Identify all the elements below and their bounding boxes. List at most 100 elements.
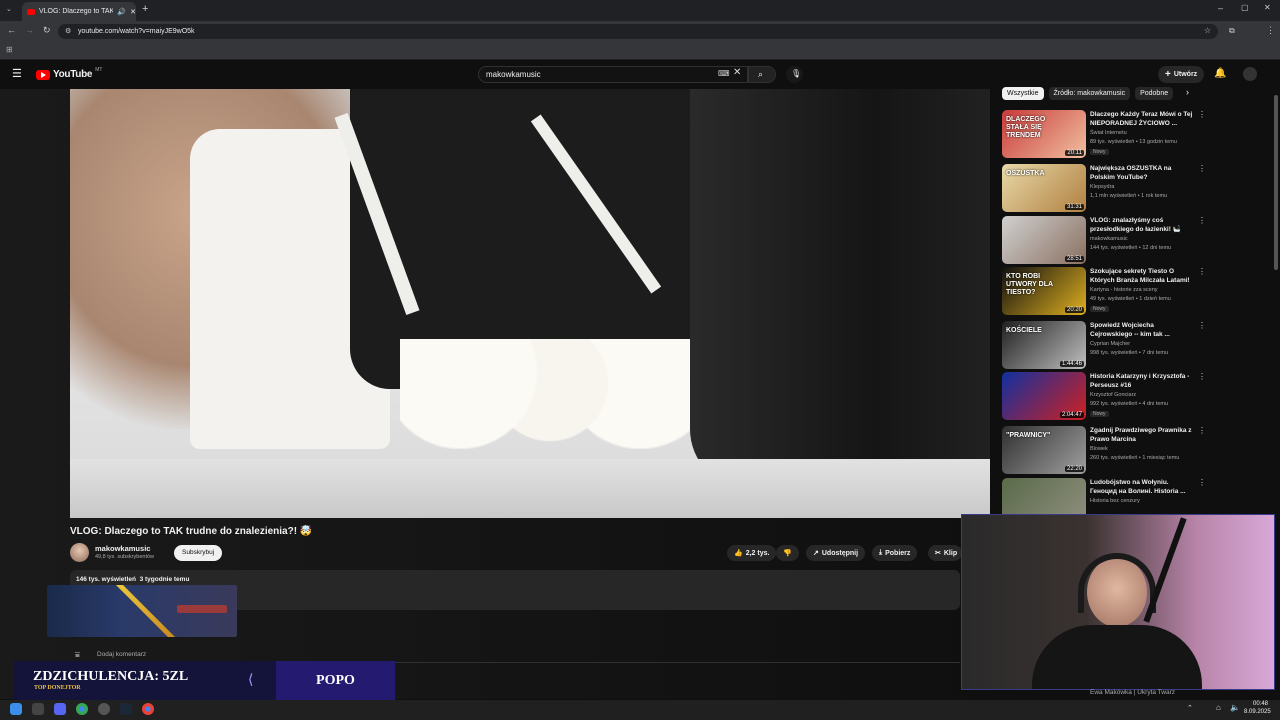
audio-icon[interactable]: 🔊 [117,8,126,16]
extensions-icon[interactable]: ⧉ [1229,26,1235,36]
search-button[interactable]: ⌕ [748,66,776,83]
search-taskbar-icon[interactable] [32,703,44,715]
subscribe-button[interactable]: Subskrybuj [174,545,223,561]
more-actions-icon[interactable]: ⋮ [1198,321,1206,330]
avatar[interactable] [1243,67,1257,81]
more-actions-icon[interactable]: ⋮ [1198,426,1206,435]
obs-icon[interactable] [98,703,110,715]
recommendation-title[interactable]: Szokujące sekrety Tiesto O Których Branż… [1090,267,1196,285]
reload-icon[interactable]: ↻ [43,25,51,36]
video-duration: 20:11 [1065,150,1084,156]
recommendation-channel[interactable]: Świat Internetu [1090,130,1127,136]
forward-icon[interactable]: → [25,25,34,35]
stream-overlay-donation-banner: ZDZICHULENCJA: 5ZL TOP DONEJTOR ⟨ POPO [13,661,395,703]
maximize-icon[interactable]: ▢ [1241,3,1249,12]
chrome-icon[interactable] [76,703,88,715]
recommendation-channel[interactable]: Cyprian Majcher [1090,341,1130,347]
like-button[interactable]: 👍 2,2 tys. [727,545,777,561]
recommendation-thumbnail[interactable]: DLACZEGO STAŁA SIĘ TRENDEM 20:11 [1002,110,1086,158]
voice-search-button[interactable]: 🎙 [786,66,803,83]
recommendation-channel[interactable]: Klepsydra [1090,184,1114,190]
create-button[interactable]: + Utwórz [1158,66,1205,83]
recommendation-meta: 144 tys. wyświetleń • 12 dni temu [1090,245,1172,251]
page-scrollbar[interactable] [1274,95,1278,270]
keyboard-icon[interactable]: ⌨ [718,69,730,78]
tab-title: VLOG: Dlaczego to TAK trudn [39,8,114,15]
back-icon[interactable]: ← [7,25,16,35]
recommendation-title[interactable]: Największa OSZUSTKA na Polskim YouTube? [1090,164,1196,182]
apps-icon[interactable]: ⊞ [6,45,13,54]
chip-similar[interactable]: Podobne [1135,87,1174,100]
recommendation-channel[interactable]: Krzysztof Gonciarz [1090,392,1136,398]
video-player[interactable] [70,89,990,518]
recommendation-card[interactable]: DLACZEGO STAŁA SIĘ TRENDEM 20:11 Dlaczego … [1002,110,1272,160]
new-tab-button[interactable]: + [142,3,148,15]
more-actions-icon[interactable]: ⋮ [1198,267,1206,276]
youtube-logo[interactable]: YouTube MT [36,67,102,80]
notifications-bell-icon[interactable]: 🔔 [1214,68,1226,79]
recommendation-card[interactable]: OSZUSTKA 31:31 Największa OSZUSTKA na Pols… [1002,164,1272,214]
recommendation-card[interactable]: 2:04:47 Historia Katarzyny i Krzysztofa -… [1002,372,1272,422]
sort-comments-icon[interactable]: ⩸ [75,650,80,660]
more-actions-icon[interactable]: ⋮ [1198,372,1206,381]
recommendation-channel[interactable]: Historia bez cenzury [1090,498,1140,504]
clip-button[interactable]: ✂ Klip [928,545,962,561]
site-info-icon[interactable]: ⚙ [65,27,71,35]
recommendation-card[interactable]: "PRAWNICY" 22:20 Zgadnij Prawdziwego Prawn… [1002,426,1272,476]
tab-list-icon[interactable]: ⌄ [6,5,12,13]
recommendation-card[interactable]: KTO ROBI UTWORY DLA TIESTO? 20:20 Szokując… [1002,267,1272,317]
close-window-icon[interactable]: ✕ [1264,3,1271,12]
recommendation-card[interactable]: KOŚCIELE 1:44:46 Spowiedź Wojciecha Cejrow… [1002,321,1272,371]
more-actions-icon[interactable]: ⋮ [1198,216,1206,225]
more-actions-icon[interactable]: ⋮ [1198,110,1206,119]
more-actions-icon[interactable]: ⋮ [1198,478,1206,487]
recommendation-title[interactable]: Historia Katarzyny i Krzysztofa - Perseu… [1090,372,1196,390]
minimize-icon[interactable]: – [1218,3,1223,13]
recommendation-channel[interactable]: Kartyna - historie zza sceny [1090,287,1158,293]
channel-avatar[interactable] [70,543,89,562]
clock-time[interactable]: 00:48 [1253,701,1268,707]
clear-search-icon[interactable]: ✕ [733,67,741,78]
windows-start-icon[interactable] [10,703,22,715]
clock-date[interactable]: 8.09.2025 [1244,709,1271,715]
recommendation-thumbnail[interactable]: OSZUSTKA 31:31 [1002,164,1086,212]
recommendation-channel[interactable]: Blowek [1090,446,1108,452]
dislike-button[interactable]: 👎 [776,545,799,561]
add-comment-field[interactable]: Dodaj komentarz [97,651,146,658]
menu-icon[interactable]: ⋮ [1266,25,1275,36]
hamburger-menu-icon[interactable]: ☰ [12,67,22,80]
recommendation-thumbnail[interactable]: 2:04:47 [1002,372,1086,420]
recommendation-thumbnail[interactable]: KOŚCIELE 1:44:46 [1002,321,1086,369]
chip-source[interactable]: Źródło: makowkamusic [1048,87,1131,100]
recommendation-title[interactable]: VLOG: znalazłyśmy coś przesłodkiego do ł… [1090,216,1196,234]
thumbnail-text: KTO ROBI UTWORY DLA TIESTO? [1006,273,1053,296]
weapon-graphic [177,605,227,613]
recommendation-title[interactable]: Zgadnij Prawdziwego Prawnika z Prawo Mar… [1090,426,1196,444]
recommendation-thumbnail[interactable]: 28:51 [1002,216,1086,264]
download-button[interactable]: ⤓ Pobierz [872,545,918,561]
browser-taskbar-icon[interactable] [142,703,154,715]
recommendation-channel[interactable]: makowkamusic [1090,236,1128,242]
close-tab-icon[interactable]: ✕ [130,8,136,16]
steam-icon[interactable] [120,703,132,715]
chips-next-icon[interactable]: › [1186,87,1189,97]
search-input[interactable]: makowkamusic [478,66,748,83]
channel-name[interactable]: makowkamusic [95,544,150,553]
discord-icon[interactable] [54,703,66,715]
recommendation-card[interactable]: 28:51 VLOG: znalazłyśmy coś przesłodkiego… [1002,216,1272,266]
recommendation-title[interactable]: Dlaczego Każdy Teraz Mówi o Tej NIEPORAD… [1090,110,1196,128]
bookmark-star-icon[interactable]: ☆ [1204,26,1211,35]
tray-network-icon[interactable]: ⌂ [1216,703,1221,712]
filter-chips: Wszystkie Źródło: makowkamusic Podobne [1002,87,1174,100]
tray-chevron-icon[interactable]: ⌃ [1187,704,1193,712]
recommendation-thumbnail[interactable]: KTO ROBI UTWORY DLA TIESTO? 20:20 [1002,267,1086,315]
browser-tab[interactable]: VLOG: Dlaczego to TAK trudn 🔊 ✕ [22,2,136,21]
share-button[interactable]: ↗ Udostępnij [806,545,866,561]
more-actions-icon[interactable]: ⋮ [1198,164,1206,173]
recommendation-title[interactable]: Spowiedź Wojciecha Cejrowskiego -- kim t… [1090,321,1196,339]
tray-volume-icon[interactable]: 🔈 [1230,703,1240,712]
chip-all[interactable]: Wszystkie [1002,87,1044,100]
recommendation-thumbnail[interactable]: "PRAWNICY" 22:20 [1002,426,1086,474]
url-field[interactable]: youtube.com/watch?v=maiyJE9wO5k [58,24,1218,39]
recommendation-title[interactable]: Ludobójstwo na Wołyniu. Геноцид на Волин… [1090,478,1196,496]
